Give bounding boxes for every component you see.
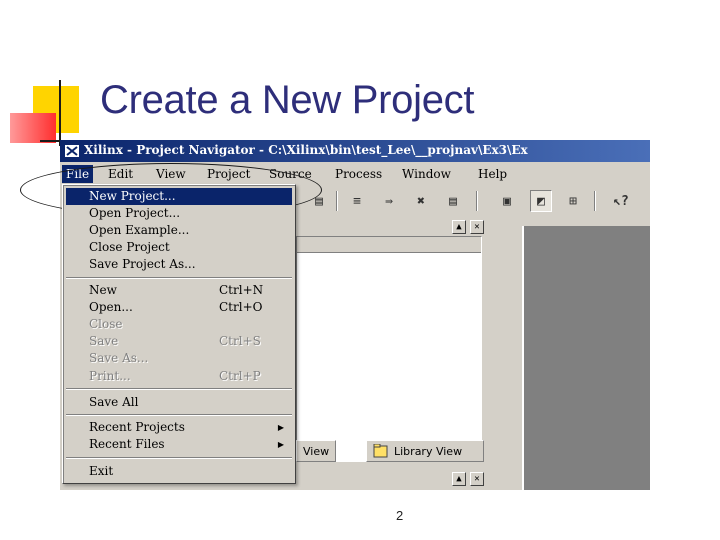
menu-item-save-as: Save As... (89, 351, 149, 365)
menu-separator (66, 388, 292, 390)
submenu-arrow-icon: ▶ (277, 423, 284, 432)
schematic-icon[interactable]: ◩ (530, 190, 552, 212)
menu-item-close-project[interactable]: Close Project (66, 239, 292, 256)
window-title: Xilinx - Project Navigator - C:\Xilinx\b… (84, 143, 528, 157)
bookmark-next-icon[interactable]: ⇛ (378, 190, 400, 212)
sources-pane: ▲ ✕ View Library View ▲ ✕ (296, 218, 488, 490)
menu-item-exit[interactable]: Exit (66, 463, 292, 480)
menu-item-recent-projects[interactable]: Recent Projects ▶ (66, 419, 292, 436)
add-source-icon[interactable]: ▣ (496, 190, 518, 212)
toolbar-separator (336, 191, 338, 211)
menu-item-new-project[interactable]: New Project... (66, 188, 292, 205)
toolbar-separator (594, 191, 596, 211)
list-icon-2[interactable]: ▤ (442, 190, 464, 212)
clear-bookmarks-icon[interactable]: ✖ (410, 190, 432, 212)
slide-title: Create a New Project (100, 78, 475, 122)
title-bar: Xilinx - Project Navigator - C:\Xilinx\b… (60, 140, 650, 162)
menu-process[interactable]: Process (335, 167, 382, 181)
decor-vertical-line (59, 80, 61, 146)
text-align-icon[interactable]: ≡ (346, 190, 368, 212)
library-icon (373, 444, 388, 458)
workspace-pane (522, 226, 650, 490)
pane-close-icon[interactable]: ✕ (470, 220, 484, 234)
sources-tree[interactable] (296, 236, 482, 462)
pane-minimize-icon[interactable]: ▲ (452, 220, 466, 234)
menu-item-print: Print... Ctrl+P (89, 369, 261, 383)
menu-help[interactable]: Help (478, 167, 507, 181)
menu-item-save-project-as[interactable]: Save Project As... (66, 256, 292, 273)
toolbar: ▤ ≡ ⇛ ✖ ▤ ▣ ◩ ⊞ ↖? (296, 187, 650, 215)
menu-separator (66, 277, 292, 279)
tab-view[interactable]: View (296, 440, 337, 462)
menu-item-recent-files[interactable]: Recent Files ▶ (66, 436, 292, 453)
page-number: 2 (396, 508, 404, 523)
tab-library-view[interactable]: Library View (366, 440, 484, 462)
app-icon (65, 145, 79, 157)
tree-header (297, 237, 481, 253)
decor-red-bar (10, 113, 56, 143)
menu-item-save-all[interactable]: Save All (66, 394, 292, 411)
hierarchy-icon[interactable]: ⊞ (562, 190, 584, 212)
pane-minimize-icon[interactable]: ▲ (452, 472, 466, 486)
menu-item-open-project[interactable]: Open Project... (66, 205, 292, 222)
pane-close-icon[interactable]: ✕ (470, 472, 484, 486)
submenu-arrow-icon: ▶ (277, 440, 284, 449)
help-pointer-icon[interactable]: ↖? (610, 190, 632, 212)
menu-item-save: Save Ctrl+S (89, 334, 261, 348)
menu-item-open-example[interactable]: Open Example... (66, 222, 292, 239)
toolbar-separator (476, 191, 478, 211)
menu-item-close: Close (89, 317, 123, 331)
menu-separator (66, 457, 292, 459)
menu-item-open[interactable]: Open... Ctrl+O (66, 299, 292, 316)
menu-separator (66, 414, 292, 416)
menu-window[interactable]: Window (402, 167, 451, 181)
menu-item-new[interactable]: New Ctrl+N (66, 282, 292, 299)
file-menu: New Project... Open Project... Open Exam… (62, 184, 296, 484)
